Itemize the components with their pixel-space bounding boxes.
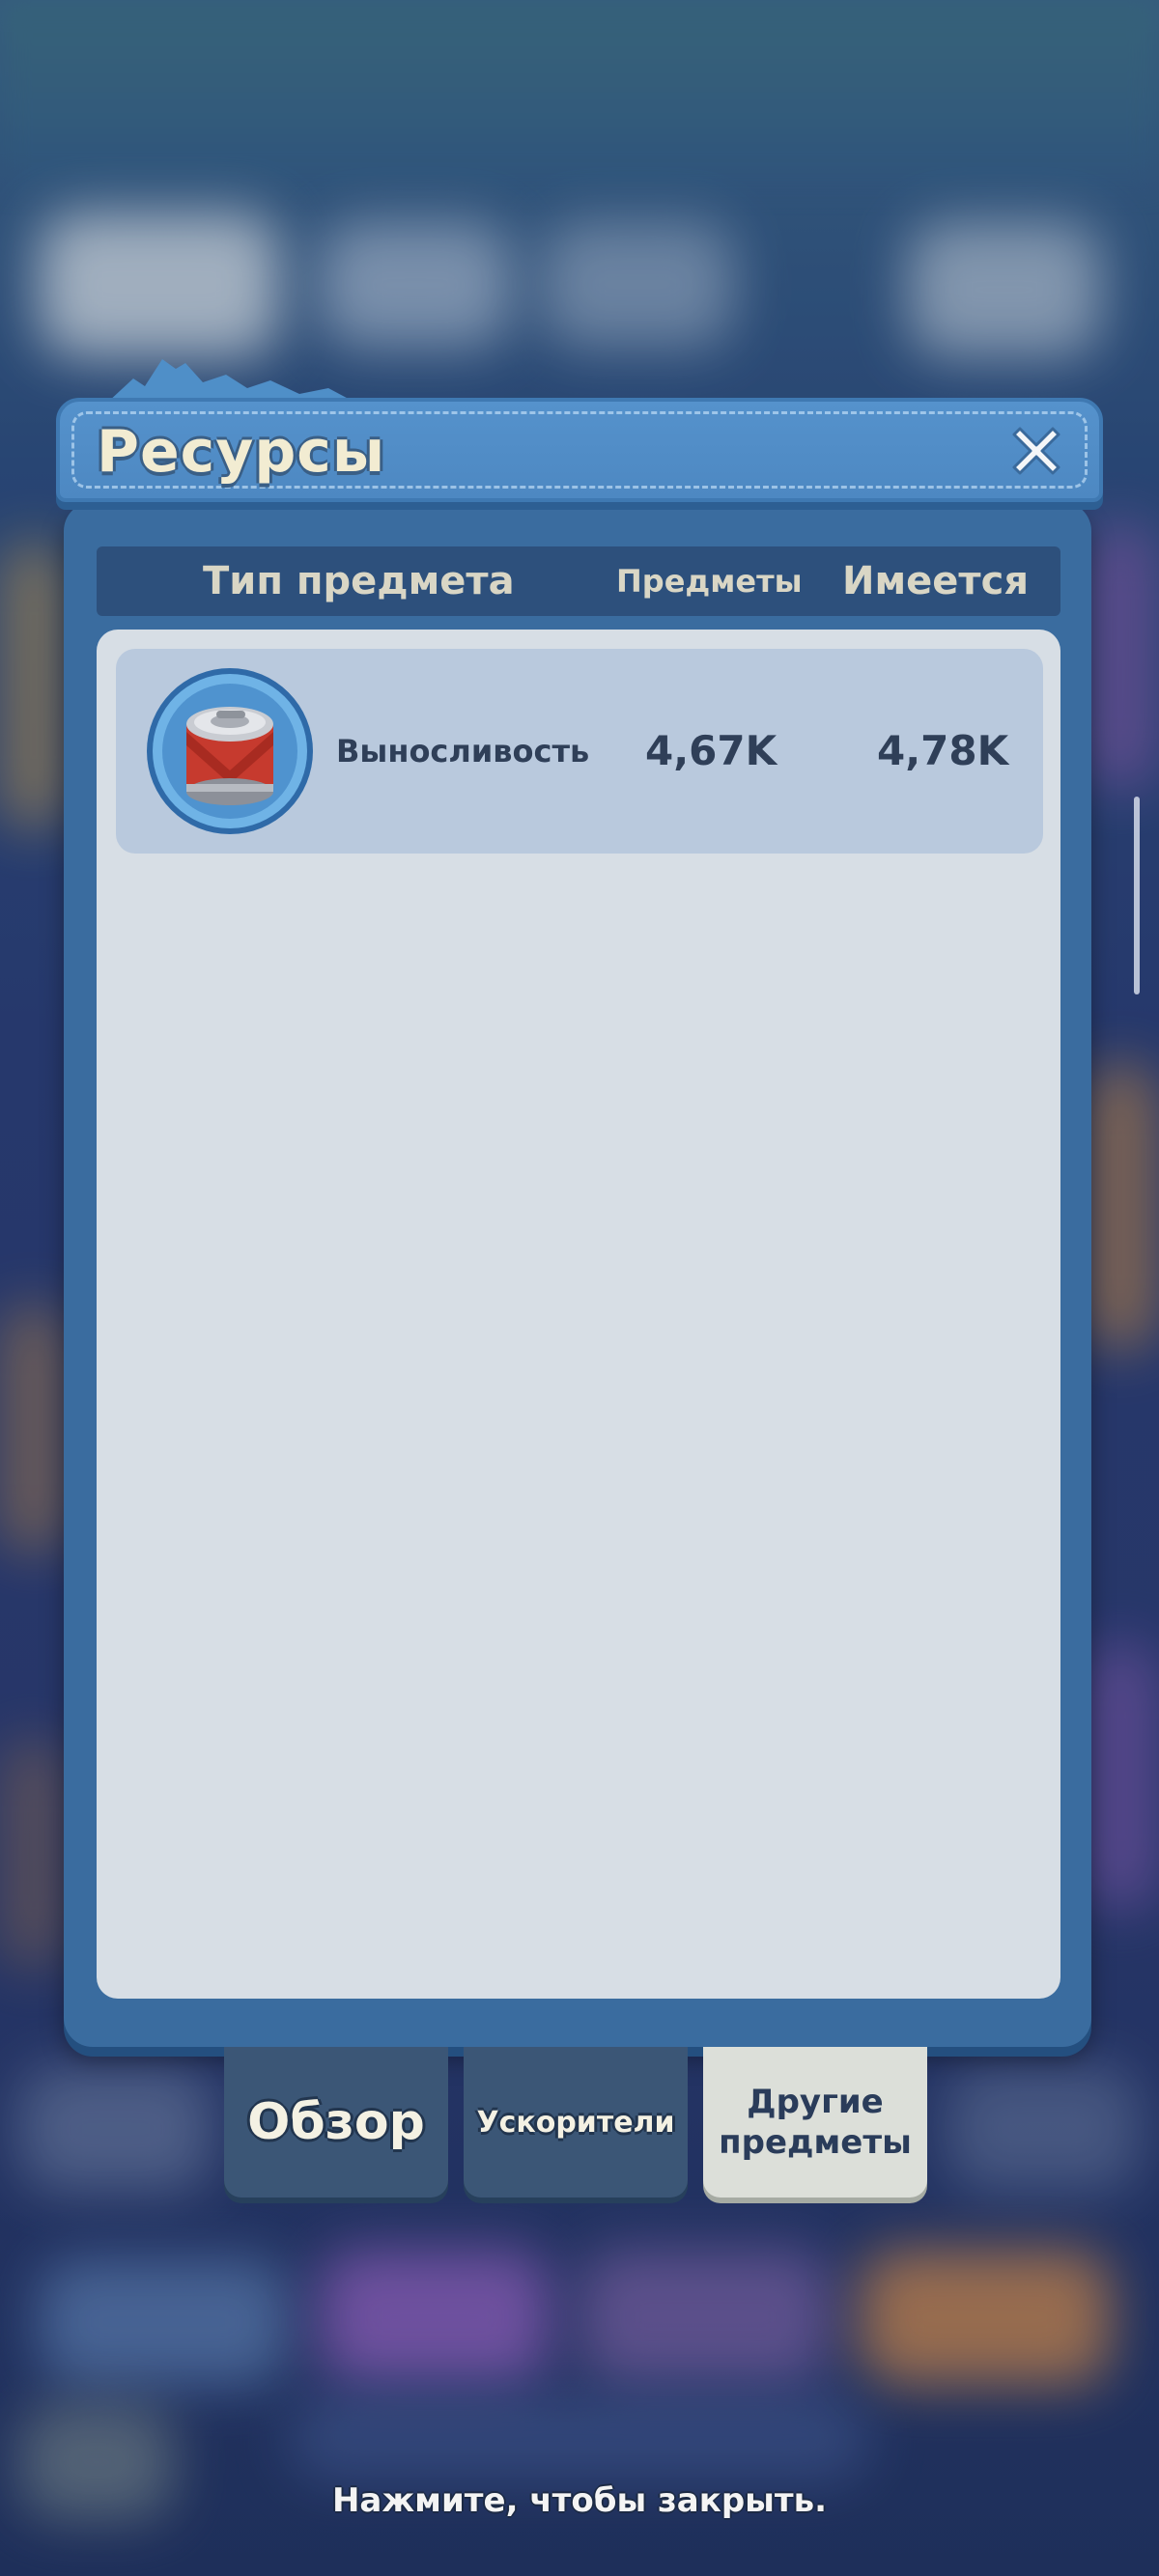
column-header-bar: Тип предмета Предметы Имеется <box>97 546 1060 616</box>
screen: Ресурсы Тип предмета Предметы Имеется Вы… <box>0 0 1159 2576</box>
mountain-decoration-icon <box>106 359 357 404</box>
column-header-items: Предметы <box>616 563 803 600</box>
close-icon <box>1012 427 1060 475</box>
list-item[interactable]: Выносливость 4,67K 4,78K <box>116 649 1043 854</box>
tab-other-items-label-line1: Другие <box>747 2083 884 2121</box>
item-name: Выносливость <box>336 733 590 770</box>
column-header-type: Тип предмета <box>203 559 515 603</box>
tab-other-items-label: Другие предметы <box>719 2082 912 2163</box>
tab-overview[interactable]: Обзор <box>224 2047 448 2198</box>
background-scrollbar <box>1134 797 1140 994</box>
tab-overview-label: Обзор <box>247 2093 425 2151</box>
tab-boosters[interactable]: Ускорители <box>464 2047 688 2198</box>
tap-to-close-hint: Нажмите, чтобы закрыть. <box>331 2481 828 2520</box>
close-button[interactable] <box>1001 415 1072 487</box>
column-header-have: Имеется <box>842 559 1030 603</box>
tab-other-items[interactable]: Другие предметы <box>703 2047 927 2198</box>
item-have-count: 4,78K <box>877 727 1009 774</box>
tab-other-items-label-line2: предметы <box>719 2123 912 2162</box>
dialog-title: Ресурсы <box>97 418 386 486</box>
item-items-count: 4,67K <box>645 727 777 774</box>
tab-boosters-label: Ускорители <box>476 2105 675 2140</box>
stamina-can-icon <box>147 668 313 834</box>
